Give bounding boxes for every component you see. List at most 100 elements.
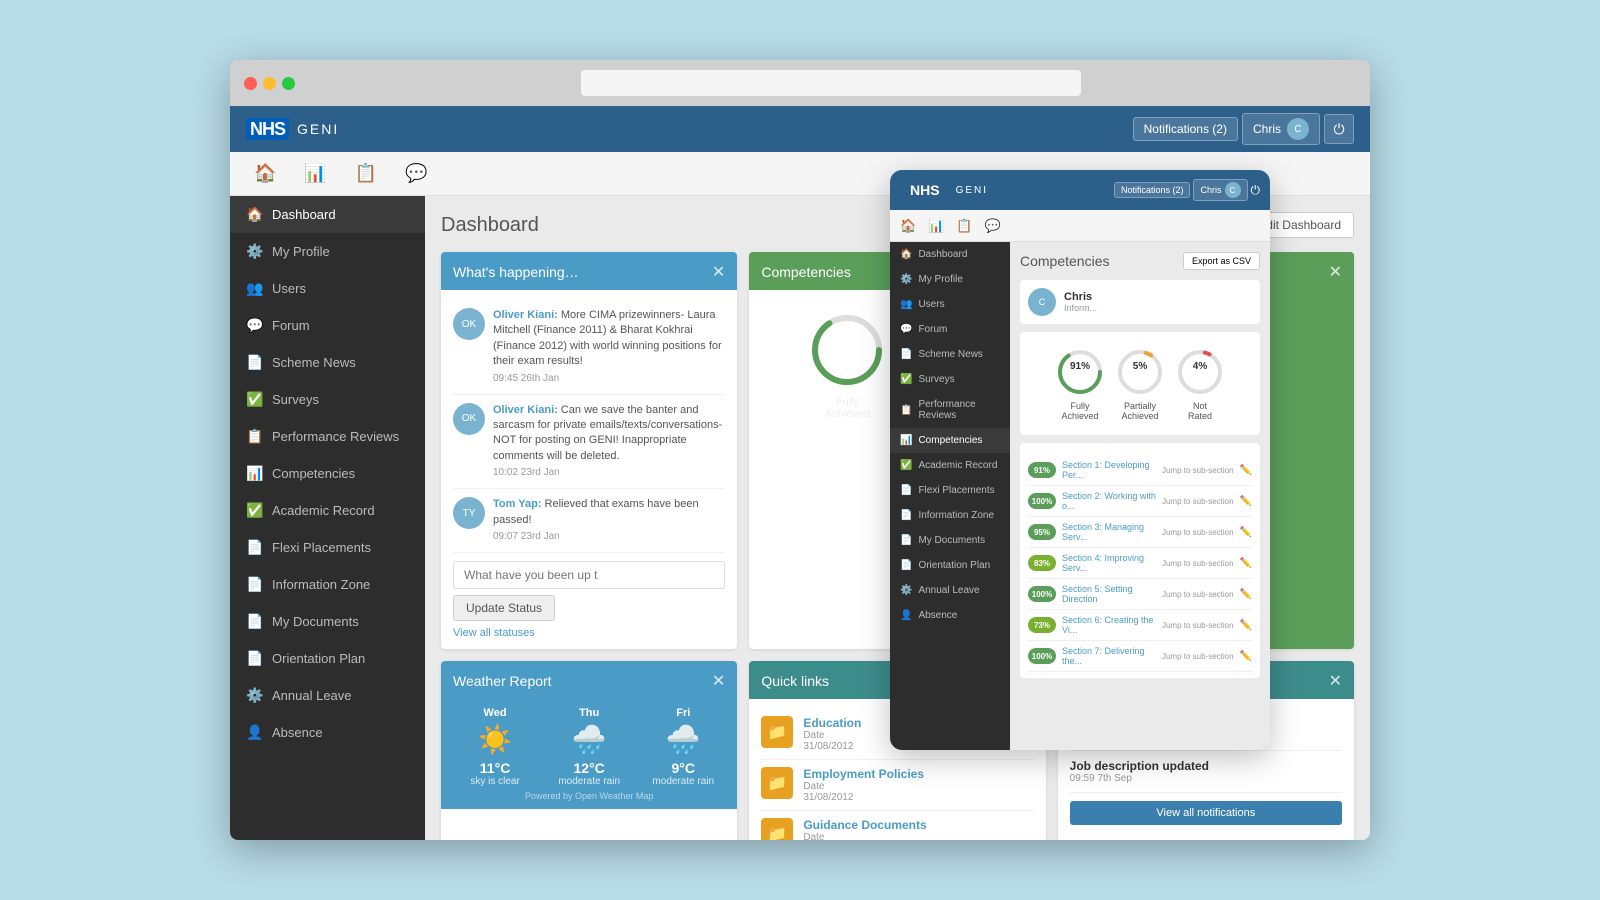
url-bar[interactable] bbox=[581, 70, 1081, 96]
home-icon[interactable]: 🏠 bbox=[250, 159, 280, 188]
sidebar-label: My Documents bbox=[272, 614, 359, 629]
sidebar-item-my-profile[interactable]: ⚙️ My Profile bbox=[230, 233, 425, 270]
notifications-close[interactable]: ✕ bbox=[1329, 671, 1342, 691]
sidebar-item-performance-reviews[interactable]: 📋 Performance Reviews bbox=[230, 418, 425, 455]
tablet-docs-icon: 📄 bbox=[900, 535, 912, 546]
tablet-section-7-edit-icon[interactable]: ✏️ bbox=[1240, 651, 1252, 662]
tablet-sidebar-annual-leave[interactable]: ⚙️Annual Leave bbox=[890, 578, 1010, 603]
tablet-notifications-button[interactable]: Notifications (2) bbox=[1114, 182, 1191, 198]
sidebar-label: My Profile bbox=[272, 244, 330, 259]
tablet-chart-icon[interactable]: 📊 bbox=[928, 218, 944, 234]
tablet-section-4[interactable]: 83% Section 4: Improving Serv... Jump to… bbox=[1028, 548, 1252, 579]
tablet-section-7-badge: 100% bbox=[1028, 648, 1056, 664]
tablet-section-1-edit-icon[interactable]: ✏️ bbox=[1240, 465, 1252, 476]
tablet-sidebar-my-docs[interactable]: 📄My Documents bbox=[890, 528, 1010, 553]
tablet-profile-icon: ⚙️ bbox=[900, 274, 912, 285]
tablet-sidebar-forum[interactable]: 💬Forum bbox=[890, 317, 1010, 342]
tablet-section-5[interactable]: 100% Section 5: Setting Direction Jump t… bbox=[1028, 579, 1252, 610]
document-icon[interactable]: 📋 bbox=[351, 159, 381, 188]
update-status-button[interactable]: Update Status bbox=[453, 595, 555, 621]
ql-education-title: Education bbox=[803, 716, 861, 730]
sidebar-item-scheme-news[interactable]: 📄 Scheme News bbox=[230, 344, 425, 381]
sidebar-label: Orientation Plan bbox=[272, 651, 365, 666]
poll-close[interactable]: ✕ bbox=[1329, 262, 1342, 282]
tablet-section-7[interactable]: 100% Section 7: Delivering the... Jump t… bbox=[1028, 641, 1252, 672]
tablet-power-icon[interactable]: ⏻ bbox=[1251, 183, 1261, 198]
tablet-sidebar-performance[interactable]: 📋Performance Reviews bbox=[890, 392, 1010, 428]
sidebar-item-academic-record[interactable]: ✅ Academic Record bbox=[230, 492, 425, 529]
chat-icon[interactable]: 💬 bbox=[401, 159, 431, 188]
status-input[interactable] bbox=[453, 561, 725, 589]
tablet-user-button[interactable]: Chris C bbox=[1193, 179, 1247, 201]
tablet-section-4-edit-icon[interactable]: ✏️ bbox=[1240, 558, 1252, 569]
notifications-button[interactable]: Notifications (2) bbox=[1133, 117, 1238, 141]
view-all-statuses-link[interactable]: View all statuses bbox=[453, 627, 725, 639]
sidebar-item-users[interactable]: 👥 Users bbox=[230, 270, 425, 307]
sidebar-item-flexi-placements[interactable]: 📄 Flexi Placements bbox=[230, 529, 425, 566]
tablet-export-button[interactable]: Export as CSV bbox=[1183, 252, 1260, 270]
whats-happening-close[interactable]: ✕ bbox=[712, 262, 725, 282]
quick-link-employment[interactable]: 📁 Employment Policies Date31/08/2012 bbox=[761, 760, 1033, 811]
weather-close[interactable]: ✕ bbox=[712, 671, 725, 691]
tablet-header: NHS GENI Notifications (2) Chris C ⏻ bbox=[890, 170, 1270, 210]
tablet-sidebar-flexi[interactable]: 📄Flexi Placements bbox=[890, 478, 1010, 503]
view-all-notifications-button[interactable]: View all notifications bbox=[1070, 801, 1342, 825]
power-button[interactable]: ⏻ bbox=[1324, 114, 1354, 144]
minimize-dot[interactable] bbox=[263, 77, 276, 90]
activity-time-3: 09:07 23rd Jan bbox=[493, 530, 725, 544]
tablet-section-3[interactable]: 95% Section 3: Managing Serv... Jump to … bbox=[1028, 517, 1252, 548]
tablet-home-icon[interactable]: 🏠 bbox=[900, 218, 916, 234]
weather-desc-wed: sky is clear bbox=[451, 776, 539, 787]
tablet-section-4-badge: 83% bbox=[1028, 555, 1056, 571]
chart-icon[interactable]: 📊 bbox=[300, 159, 330, 188]
activity-text-3: Tom Yap: Relieved that exams have been p… bbox=[493, 497, 725, 544]
tablet-section-2-edit-icon[interactable]: ✏️ bbox=[1240, 496, 1252, 507]
tablet-sidebar-absence[interactable]: 👤Absence bbox=[890, 603, 1010, 628]
tablet-user-avatar: C bbox=[1225, 182, 1241, 198]
tablet-user-avatar-card: C bbox=[1028, 288, 1056, 316]
user-name-label: Chris bbox=[1253, 122, 1281, 136]
tablet-sidebar-dashboard[interactable]: 🏠Dashboard bbox=[890, 242, 1010, 267]
tablet-sidebar-my-profile[interactable]: ⚙️My Profile bbox=[890, 267, 1010, 292]
sidebar-item-my-documents[interactable]: 📄 My Documents bbox=[230, 603, 425, 640]
sidebar-item-annual-leave[interactable]: ⚙️ Annual Leave bbox=[230, 677, 425, 714]
tablet-section-list-card: 91% Section 1: Developing Per... Jump to… bbox=[1020, 443, 1260, 678]
quick-link-guidance[interactable]: 📁 Guidance Documents Date31/08/2012 bbox=[761, 811, 1033, 840]
close-dot[interactable] bbox=[244, 77, 257, 90]
maximize-dot[interactable] bbox=[282, 77, 295, 90]
sidebar-item-surveys[interactable]: ✅ Surveys bbox=[230, 381, 425, 418]
tablet-chat-icon[interactable]: 💬 bbox=[985, 218, 1001, 234]
tablet-sidebar-scheme-news[interactable]: 📄Scheme News bbox=[890, 342, 1010, 367]
notif-time-2: 09:59 7th Sep bbox=[1070, 773, 1342, 784]
tablet-section-1-jump: Jump to sub-section bbox=[1162, 466, 1234, 475]
tablet-section-6-edit-icon[interactable]: ✏️ bbox=[1240, 620, 1252, 631]
tablet-body: 🏠Dashboard ⚙️My Profile 👥Users 💬Forum 📄S… bbox=[890, 242, 1270, 750]
sidebar-item-dashboard[interactable]: 🏠 Dashboard bbox=[230, 196, 425, 233]
tablet-header-right: Notifications (2) Chris C ⏻ bbox=[1114, 179, 1260, 201]
tablet-section-1[interactable]: 91% Section 1: Developing Per... Jump to… bbox=[1028, 455, 1252, 486]
user-menu-button[interactable]: Chris C bbox=[1242, 113, 1320, 145]
tablet-sidebar-surveys[interactable]: ✅Surveys bbox=[890, 367, 1010, 392]
tablet-competency-circles: 91% FullyAchieved 5% PartiallyAchieved bbox=[1028, 346, 1252, 421]
tablet-sidebar-info-zone[interactable]: 📄Information Zone bbox=[890, 503, 1010, 528]
tablet-circle-partial: 5% PartiallyAchieved bbox=[1114, 346, 1166, 421]
sidebar-item-information-zone[interactable]: 📄 Information Zone bbox=[230, 566, 425, 603]
tablet-section-2[interactable]: 100% Section 2: Working with o... Jump t… bbox=[1028, 486, 1252, 517]
sidebar-item-absence[interactable]: 👤 Absence bbox=[230, 714, 425, 751]
tablet-section-6[interactable]: 73% Section 6: Creating the Vi... Jump t… bbox=[1028, 610, 1252, 641]
sidebar-item-forum[interactable]: 💬 Forum bbox=[230, 307, 425, 344]
header-right: Notifications (2) Chris C ⏻ bbox=[1133, 113, 1354, 145]
tablet-sidebar-orientation[interactable]: 📄Orientation Plan bbox=[890, 553, 1010, 578]
tablet-sidebar-users[interactable]: 👥Users bbox=[890, 292, 1010, 317]
sidebar-item-competencies[interactable]: 📊 Competencies bbox=[230, 455, 425, 492]
tablet-doc-icon[interactable]: 📋 bbox=[956, 218, 972, 234]
tablet-section-3-edit-icon[interactable]: ✏️ bbox=[1240, 527, 1252, 538]
tablet-section-5-edit-icon[interactable]: ✏️ bbox=[1240, 589, 1252, 600]
ql-employment-icon: 📁 bbox=[761, 767, 793, 799]
circle-label-1: FullyAchieved bbox=[825, 396, 870, 420]
sidebar-item-orientation-plan[interactable]: 📄 Orientation Plan bbox=[230, 640, 425, 677]
tablet-sidebar-academic[interactable]: ✅Academic Record bbox=[890, 453, 1010, 478]
tablet-top-nav: 🏠 📊 📋 💬 bbox=[890, 210, 1270, 242]
tablet-sidebar-competencies[interactable]: 📊Competencies bbox=[890, 428, 1010, 453]
ql-guidance-icon: 📁 bbox=[761, 818, 793, 840]
